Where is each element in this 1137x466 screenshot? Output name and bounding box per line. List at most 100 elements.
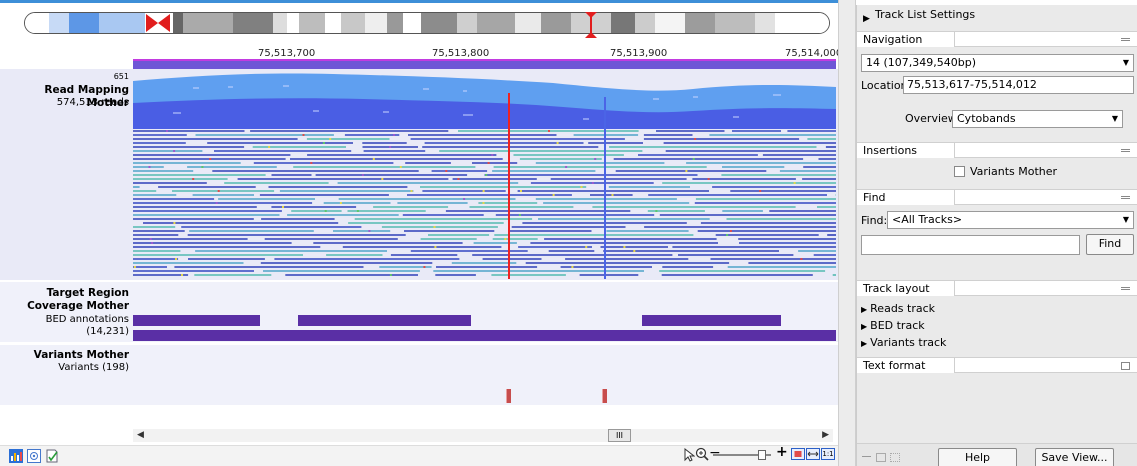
- collapse-panel-icon[interactable]: ▶: [863, 9, 870, 29]
- chromosome-ideogram[interactable]: [24, 12, 830, 34]
- track-layout-tab[interactable]: Track layout: [857, 281, 955, 296]
- layout-item-label: Variants track: [870, 336, 947, 349]
- mismatch-mark: [356, 210, 359, 212]
- minimize-icon[interactable]: [1121, 149, 1130, 152]
- ruler-tick-label: 75,514,000: [785, 48, 843, 59]
- mismatch-mark: [166, 130, 168, 132]
- mismatch-mark: [302, 134, 305, 136]
- bed-annotation[interactable]: [133, 330, 836, 341]
- overview-select[interactable]: Cytobands ▼: [952, 110, 1123, 128]
- mismatch-mark: [175, 258, 177, 260]
- variants-mother-checkbox-label: Variants Mother: [970, 165, 1058, 178]
- mismatch-mark: [729, 230, 732, 232]
- mismatch-mark: [209, 158, 212, 160]
- navigation-section-header[interactable]: Navigation: [857, 31, 1137, 47]
- mismatch-mark: [339, 202, 342, 204]
- mismatch-mark: [322, 142, 325, 144]
- track-view-icon[interactable]: [9, 449, 23, 463]
- find-scope-label: Find:: [861, 214, 888, 227]
- bed-annotation[interactable]: [642, 315, 781, 326]
- mismatch-mark: [324, 210, 327, 212]
- mismatch-mark: [329, 138, 332, 140]
- save-view-button[interactable]: Save View...: [1035, 448, 1114, 466]
- bed-annotation[interactable]: [298, 315, 471, 326]
- mismatch-mark: [692, 158, 695, 160]
- mismatch-mark: [463, 198, 466, 200]
- bed-track-title: Coverage Mother: [0, 300, 129, 313]
- expand-arrow-icon: ▶: [861, 305, 868, 314]
- mismatch-mark: [556, 142, 559, 144]
- coverage-graph: [133, 73, 836, 129]
- scroll-thumb[interactable]: III: [608, 429, 631, 442]
- restore-icon[interactable]: [1121, 362, 1130, 370]
- mismatch-mark: [389, 146, 392, 148]
- mismatch-mark: [482, 202, 485, 204]
- mismatch-mark: [565, 166, 568, 168]
- undock-icon[interactable]: [890, 453, 900, 462]
- track-layout-section-header[interactable]: Track layout: [857, 280, 1137, 296]
- mismatch-mark: [580, 186, 583, 188]
- chromosome-select[interactable]: 14 (107,349,540bp) ▼: [861, 54, 1134, 72]
- variant-cursor-line: [508, 93, 510, 279]
- mismatch-mark: [151, 242, 154, 244]
- minimize-icon[interactable]: [1121, 196, 1130, 199]
- zoom-to-base-button[interactable]: 1:1: [821, 448, 835, 460]
- mismatch-mark: [552, 194, 555, 196]
- mismatch-mark: [133, 266, 136, 268]
- variant-marker[interactable]: [506, 389, 511, 403]
- mismatch-mark: [381, 178, 384, 180]
- table-view-icon[interactable]: [27, 449, 41, 463]
- scroll-right-icon[interactable]: ▶: [822, 429, 829, 442]
- mismatch-mark: [282, 206, 284, 208]
- panel-title[interactable]: ▶ Track List Settings: [857, 5, 1137, 25]
- variants-mother-checkbox[interactable]: [954, 166, 965, 177]
- reads-count-label: 574,513 reads: [56, 97, 129, 108]
- variant-marker[interactable]: [602, 389, 607, 403]
- find-tab[interactable]: Find: [857, 190, 955, 205]
- find-scope-select-value: <All Tracks>: [892, 213, 963, 226]
- centromere-marker: [146, 14, 170, 32]
- bed-track-layout-item[interactable]: ▶ BED track: [861, 319, 925, 332]
- expand-all-icon[interactable]: [876, 453, 886, 462]
- position-marker: [585, 12, 597, 38]
- history-icon[interactable]: [45, 449, 59, 463]
- ruler-tick-label: 75,513,900: [610, 48, 668, 59]
- minimize-icon[interactable]: [1121, 38, 1130, 41]
- zoom-in-button[interactable]: +: [776, 444, 788, 460]
- pointer-mode-icon[interactable]: [683, 448, 695, 462]
- find-scope-select[interactable]: <All Tracks> ▼: [887, 211, 1134, 229]
- find-search-input[interactable]: [861, 235, 1080, 255]
- find-button[interactable]: Find: [1086, 234, 1134, 255]
- window-accent-bar: [0, 0, 850, 3]
- minimize-icon[interactable]: [1121, 287, 1130, 290]
- horizontal-scrollbar[interactable]: ◀ III ▶: [133, 429, 833, 442]
- zoom-slider-handle[interactable]: [758, 450, 766, 460]
- text-format-tab[interactable]: Text format: [857, 358, 955, 373]
- reads-track-layout-item[interactable]: ▶ Reads track: [861, 302, 935, 315]
- zoom-out-button[interactable]: −: [709, 445, 721, 461]
- splitter[interactable]: [838, 0, 856, 466]
- mismatch-mark: [504, 238, 507, 240]
- variants-track-layout-item[interactable]: ▶ Variants track: [861, 336, 946, 349]
- mismatch-mark: [368, 230, 371, 232]
- collapse-all-icon[interactable]: [862, 456, 871, 457]
- find-section-header[interactable]: Find: [857, 189, 1137, 205]
- insertions-section-header[interactable]: Insertions: [857, 142, 1137, 158]
- text-format-section-header[interactable]: Text format: [857, 357, 1137, 373]
- mismatch-mark: [389, 274, 392, 276]
- mismatch-mark: [707, 178, 710, 180]
- navigation-tab[interactable]: Navigation: [857, 32, 955, 47]
- fit-width-icon[interactable]: [806, 448, 820, 460]
- scroll-left-icon[interactable]: ◀: [137, 429, 144, 442]
- mismatch-mark: [457, 178, 460, 180]
- insertions-tab[interactable]: Insertions: [857, 143, 955, 158]
- mismatch-mark: [423, 266, 426, 268]
- zoom-to-selection-icon[interactable]: [791, 448, 805, 460]
- expand-arrow-icon: ▶: [861, 339, 868, 348]
- help-button[interactable]: Help: [938, 448, 1017, 466]
- mismatch-mark: [800, 258, 803, 260]
- ruler-bar[interactable]: [133, 59, 836, 69]
- zoom-in-mode-icon[interactable]: [695, 447, 709, 461]
- bed-annotation[interactable]: [133, 315, 260, 326]
- location-input[interactable]: 75,513,617-75,514,012: [903, 76, 1134, 94]
